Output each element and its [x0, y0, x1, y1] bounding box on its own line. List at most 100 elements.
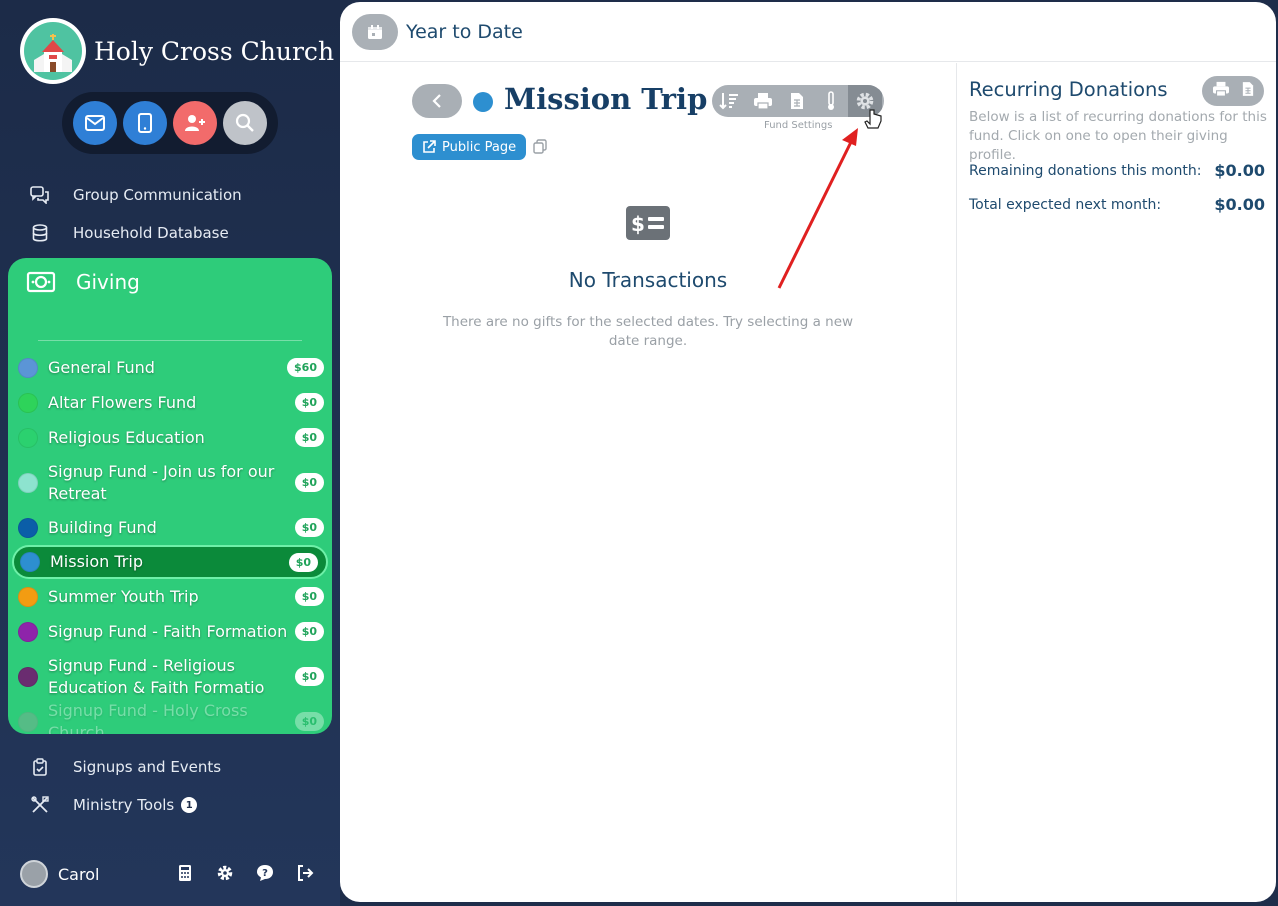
back-button[interactable] — [412, 84, 462, 118]
fund-detail: Mission Trip Fund Settings Public Page $… — [340, 63, 956, 902]
fund-color-dot — [18, 666, 38, 687]
search-button[interactable] — [223, 101, 267, 145]
fund-color-dot — [18, 472, 38, 493]
gear-icon — [856, 92, 874, 110]
fund-name: Mission Trip — [50, 552, 143, 571]
fund-item-building[interactable]: Building Fund $0 — [8, 510, 332, 545]
sort-icon — [719, 93, 738, 110]
nav-label: Signups and Events — [73, 758, 222, 776]
text-message-button[interactable] — [123, 101, 167, 145]
sidebar: Holy Cross Church Group Communication Ho… — [0, 0, 340, 906]
gear-icon[interactable] — [216, 864, 234, 882]
fund-color-dot — [18, 427, 38, 448]
fund-name: Altar Flowers Fund — [48, 392, 197, 412]
fund-name: Signup Fund - Holy Cross Church — [48, 700, 248, 735]
goal-thermometer-button[interactable] — [814, 85, 848, 117]
calculator-icon[interactable] — [176, 864, 194, 882]
chat-bubbles-icon — [28, 183, 52, 207]
fund-color-dot — [18, 517, 38, 538]
print-button[interactable] — [1212, 81, 1230, 101]
fund-name: Religious Education — [48, 427, 205, 447]
money-icon — [26, 271, 56, 293]
svg-text:?: ? — [262, 868, 268, 879]
logout-icon[interactable] — [296, 864, 314, 882]
sort-button[interactable] — [712, 85, 746, 117]
church-name: Holy Cross Church — [94, 36, 335, 66]
brand[interactable]: Holy Cross Church — [20, 18, 334, 84]
public-page-label: Public Page — [442, 139, 517, 155]
fund-amount-badge: $0 — [294, 587, 324, 606]
nav-ministry-tools[interactable]: Ministry Tools 1 — [28, 793, 198, 817]
remaining-label: Remaining donations this month: — [969, 162, 1202, 179]
fund-item-mission-trip[interactable]: Mission Trip $0 — [12, 545, 328, 579]
nav-label: Group Communication — [73, 186, 242, 204]
fund-toolbar — [712, 85, 884, 117]
add-user-icon — [185, 115, 205, 131]
nav-label: Ministry Tools — [73, 796, 175, 814]
recurring-title: Recurring Donations — [969, 78, 1168, 101]
fund-color-dot — [18, 586, 38, 607]
giving-label: Giving — [76, 270, 140, 294]
date-range-button[interactable] — [352, 13, 398, 50]
expected-label: Total expected next month: — [969, 196, 1162, 213]
fund-list: General Fund $60 Altar Flowers Fund $0 R… — [8, 350, 332, 734]
copy-icon[interactable] — [532, 139, 548, 155]
recurring-donations-panel: Recurring Donations Below is a list of r… — [956, 63, 1276, 902]
empty-state-title: No Transactions — [568, 268, 728, 292]
fund-settings-button[interactable] — [848, 85, 882, 117]
toolbar-caption: Fund Settings — [764, 120, 833, 131]
recurring-actions — [1202, 76, 1264, 106]
fund-amount-badge: $0 — [294, 473, 324, 492]
recurring-description: Below is a list of recurring donations f… — [969, 109, 1267, 163]
chevron-left-icon — [432, 94, 441, 108]
fund-amount-badge: $60 — [287, 358, 324, 377]
page-title: Mission Trip — [504, 82, 708, 116]
fund-item-general[interactable]: General Fund $60 — [8, 350, 332, 385]
expected-row: Total expected next month: $0.00 — [969, 195, 1265, 214]
fund-amount-badge: $0 — [288, 552, 318, 572]
notification-badge: 1 — [181, 797, 198, 813]
database-icon — [28, 221, 52, 245]
thermometer-icon — [828, 91, 834, 110]
add-person-button[interactable] — [173, 101, 217, 145]
money-bill-icon: $ — [626, 206, 670, 240]
fund-color-indicator — [473, 92, 493, 112]
user-name: Carol — [58, 864, 100, 884]
fund-item-summer-youth[interactable]: Summer Youth Trip $0 — [8, 579, 332, 614]
help-chat-icon[interactable]: ? — [256, 864, 274, 882]
nav-household-database[interactable]: Household Database — [28, 221, 229, 245]
fund-amount-badge: $0 — [294, 712, 324, 731]
fund-item-faith-formation[interactable]: Signup Fund - Faith Formation $0 — [8, 614, 332, 649]
fund-name: Signup Fund - Religious Education & Fait… — [48, 655, 265, 697]
fund-item-religious-education[interactable]: Religious Education $0 — [8, 420, 332, 455]
remaining-value: $0.00 — [1214, 161, 1265, 180]
main-panel: Year to Date Mission Trip Fund Settings … — [340, 2, 1276, 902]
fund-item-holy-cross[interactable]: Signup Fund - Holy Cross Church $0 — [8, 701, 332, 734]
nav-giving[interactable]: Giving — [26, 270, 140, 294]
fund-name: Summer Youth Trip — [48, 586, 199, 606]
fund-item-altar-flowers[interactable]: Altar Flowers Fund $0 — [8, 385, 332, 420]
mobile-phone-icon — [138, 113, 152, 133]
empty-state-text: There are no gifts for the selected date… — [442, 314, 854, 349]
fund-item-retreat[interactable]: Signup Fund - Join us for our Retreat $0 — [8, 455, 332, 510]
nav-signups-events[interactable]: Signups and Events — [28, 755, 221, 779]
footer-icons: ? — [176, 864, 314, 882]
svg-text:$: $ — [631, 212, 645, 236]
fund-item-religious-ed-faith[interactable]: Signup Fund - Religious Education & Fait… — [8, 649, 332, 704]
tools-icon — [28, 793, 52, 817]
print-button[interactable] — [746, 85, 780, 117]
public-page-button[interactable]: Public Page — [412, 134, 527, 160]
nav-group-communication[interactable]: Group Communication — [28, 183, 242, 207]
user-profile[interactable]: Carol — [20, 860, 99, 888]
giving-panel: Giving General Fund $60 Altar Flowers Fu… — [8, 258, 332, 734]
printer-icon — [1213, 81, 1229, 97]
quick-actions — [62, 92, 278, 154]
export-button[interactable] — [780, 85, 814, 117]
header: Year to Date — [340, 2, 1276, 62]
fund-color-dot — [18, 357, 38, 378]
email-button[interactable] — [73, 101, 117, 145]
export-button[interactable] — [1242, 81, 1254, 101]
divider — [38, 340, 302, 341]
fund-color-dot — [18, 621, 38, 642]
fund-amount-badge: $0 — [294, 622, 324, 641]
